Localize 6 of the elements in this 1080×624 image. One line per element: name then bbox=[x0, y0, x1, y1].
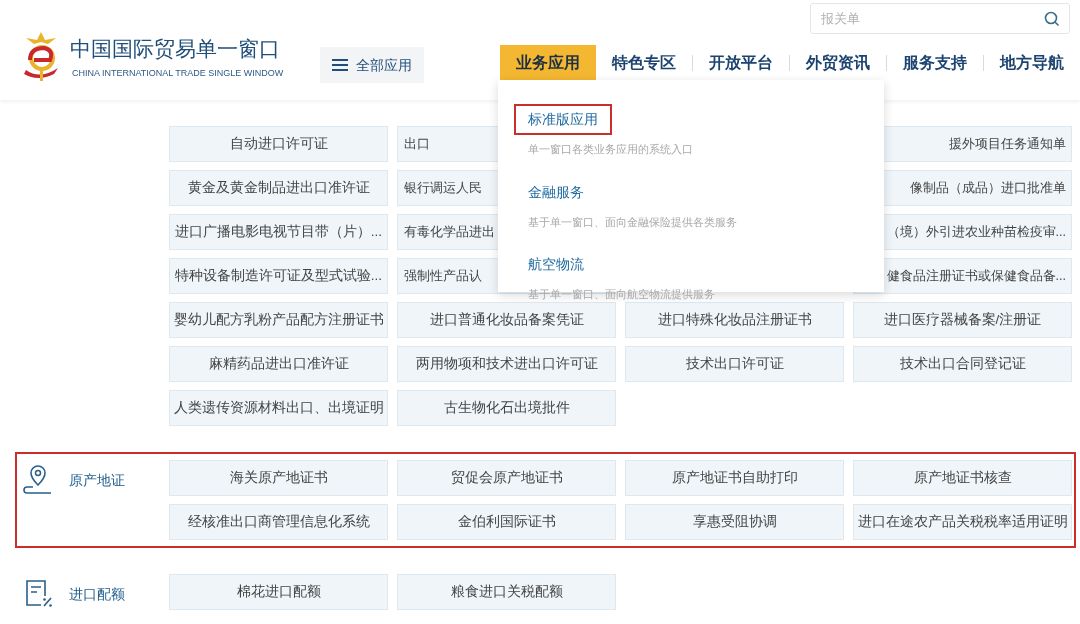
section-label: 进口配额 bbox=[69, 585, 125, 604]
site-title: 中国国际贸易单一窗口 bbox=[70, 36, 280, 62]
menu-item-description: 基于单一窗口、面向金融保险提供各类服务 bbox=[527, 214, 737, 230]
menu-item-description: 单一窗口各类业务应用的系统入口 bbox=[527, 142, 693, 157]
section-label: 原产地证 bbox=[69, 471, 125, 490]
site-subtitle: CHINA INTERNATIONAL TRADE SINGLE WINDOW bbox=[72, 67, 284, 79]
